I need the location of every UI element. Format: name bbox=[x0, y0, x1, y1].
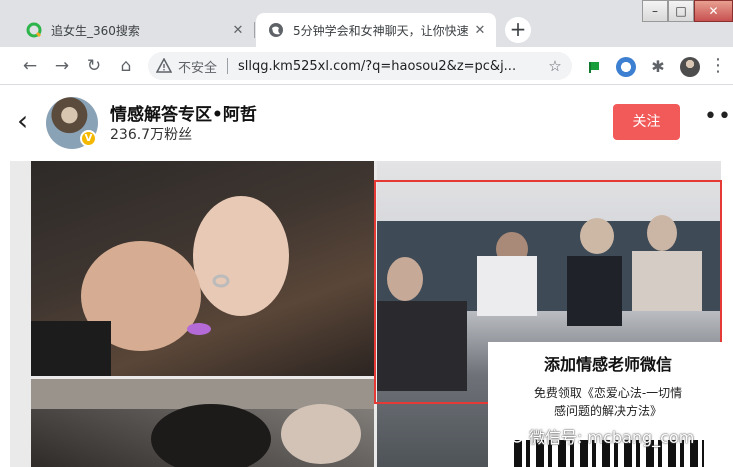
window-close-button[interactable]: ✕ bbox=[694, 0, 733, 22]
photo-hands[interactable] bbox=[31, 161, 374, 376]
close-tab-icon[interactable]: ✕ bbox=[228, 23, 248, 38]
user-avatar-icon[interactable] bbox=[680, 57, 700, 77]
new-tab-button[interactable]: + bbox=[505, 17, 531, 43]
profile-header: ‹ V 情感解答专区•阿哲 236.7万粉丝 关注 ••• bbox=[0, 86, 733, 161]
back-arrow-icon[interactable]: ← bbox=[18, 54, 42, 78]
tab-title: 5分钟学会和女神聊天，让你快速 bbox=[293, 23, 469, 38]
extension-icon[interactable] bbox=[616, 57, 636, 77]
globe-icon bbox=[268, 22, 284, 38]
watermark-text: 微信号: mcbang_com bbox=[529, 428, 695, 447]
address-bar[interactable]: 不安全 sllqg.km525xl.com/?q=haosou2&z=pc&j.… bbox=[148, 52, 572, 80]
tab-active-page[interactable]: 5分钟学会和女神聊天，让你快速 ✕ bbox=[256, 13, 496, 47]
forward-arrow-icon[interactable]: → bbox=[50, 54, 74, 78]
tab-360-search[interactable]: 追女生_360搜索 ✕ bbox=[14, 13, 254, 47]
photo-bottom[interactable] bbox=[31, 379, 374, 467]
bookmark-star-icon[interactable]: ☆ bbox=[544, 57, 566, 75]
back-chevron-icon[interactable]: ‹ bbox=[17, 106, 28, 136]
minimize-button[interactable]: – bbox=[642, 0, 668, 22]
promo-subtitle: 免费领取《恋爱心法-一切情 bbox=[533, 386, 683, 400]
security-label[interactable]: 不安全 bbox=[178, 57, 217, 76]
flag-extension-icon[interactable] bbox=[584, 57, 604, 77]
more-options-icon[interactable]: ••• bbox=[704, 104, 733, 129]
maximize-button[interactable]: □ bbox=[668, 0, 694, 22]
url-text[interactable]: sllqg.km525xl.com/?q=haosou2&z=pc&j... bbox=[238, 59, 544, 74]
menu-kebab-icon[interactable]: ⋮ bbox=[706, 54, 730, 78]
browser-window: 追女生_360搜索 ✕ 5分钟学会和女神聊天，让你快速 ✕ + – □ ✕ ← … bbox=[0, 0, 733, 467]
close-tab-icon[interactable]: ✕ bbox=[470, 23, 490, 38]
home-icon[interactable]: ⌂ bbox=[114, 54, 138, 78]
puzzle-extensions-icon[interactable]: ✱ bbox=[648, 57, 668, 77]
tab-strip: 追女生_360搜索 ✕ 5分钟学会和女神聊天，让你快速 ✕ + – □ ✕ bbox=[0, 0, 733, 47]
follow-button[interactable]: 关注 bbox=[613, 104, 680, 140]
reload-icon[interactable]: ↻ bbox=[82, 54, 106, 78]
verified-badge-icon: V bbox=[80, 130, 97, 147]
360-search-icon bbox=[26, 22, 42, 38]
browser-toolbar: ← → ↻ ⌂ 不安全 sllqg.km525xl.com/?q=haosou2… bbox=[0, 47, 733, 85]
fans-count: 236.7万粉丝 bbox=[110, 127, 193, 143]
wechat-promo-card[interactable]: 添加情感老师微信 免费领取《恋爱心法-一切情 感问题的解决方法》 bbox=[488, 342, 728, 467]
promo-title: 添加情感老师微信 bbox=[543, 355, 672, 374]
warning-icon[interactable] bbox=[156, 58, 172, 74]
watermark: 微信号: mcbang_com bbox=[505, 424, 694, 448]
tab-title: 追女生_360搜索 bbox=[51, 23, 140, 38]
promo-subtitle-cont: 感问题的解决方法》 bbox=[553, 404, 662, 418]
wechat-icon bbox=[505, 429, 523, 443]
address-divider bbox=[227, 58, 229, 74]
profile-name: 情感解答专区•阿哲 bbox=[110, 105, 257, 125]
tab-divider bbox=[254, 22, 255, 38]
